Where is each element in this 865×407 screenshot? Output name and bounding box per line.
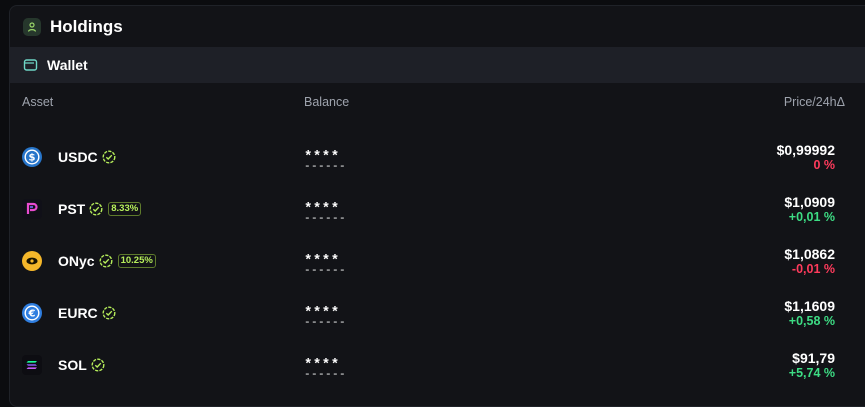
svg-text:€: € (28, 309, 36, 320)
asset-symbol: EURC (58, 305, 116, 321)
asset-symbol-text: PST (58, 201, 86, 217)
verified-check-icon (99, 254, 113, 268)
price-value: $1,0909 (784, 194, 835, 210)
column-header-asset: Asset (22, 95, 54, 109)
price-change: 0 % (813, 158, 835, 172)
asset-row-pst[interactable]: PST 8.33% **** ------ $1,0909 +0,01 % (0, 183, 856, 235)
column-header-price: Price/24hΔ (783, 95, 845, 109)
svg-text:$: $ (29, 153, 36, 164)
balance-cell: **** ------ (304, 202, 346, 225)
verified-check-icon (89, 202, 103, 216)
asset-symbol: PST 8.33% (58, 201, 142, 217)
asset-symbol-text: SOL (58, 357, 87, 373)
verified-check-icon (102, 150, 116, 164)
balance-cell: **** ------ (304, 254, 346, 277)
asset-symbol-text: ONyc (58, 253, 95, 269)
asset-symbol: SOL (58, 357, 105, 373)
price-change: +5,74 % (788, 366, 835, 380)
price-change: +0,58 % (788, 314, 835, 328)
price-value: $91,79 (792, 350, 835, 366)
price-value: $1,1609 (784, 298, 835, 314)
asset-symbol-text: EURC (58, 305, 98, 321)
balance-underline: ------ (304, 161, 347, 173)
yield-badge: 8.33% (108, 202, 142, 216)
price-cell: $1,1609 +0,58 % (784, 298, 835, 329)
eurc-icon: € (22, 303, 42, 323)
asset-symbol-text: USDC (58, 149, 98, 165)
yield-badge: 10.25% (117, 254, 156, 268)
price-change: +0,01 % (788, 210, 835, 224)
verified-check-icon (102, 306, 116, 320)
wallet-title: Wallet (47, 57, 88, 73)
balance-cell: **** ------ (304, 358, 346, 381)
wallet-icon (23, 58, 38, 72)
usdc-icon: $ (22, 147, 42, 167)
price-value: $1,0862 (784, 246, 835, 262)
user-icon (23, 17, 41, 36)
asset-row-eurc[interactable]: € EURC **** ------ $1,1609 +0,58 % (0, 287, 856, 339)
asset-symbol: USDC (58, 149, 116, 165)
price-cell: $0,99992 0 % (776, 142, 835, 173)
page-title: Holdings (50, 16, 123, 36)
balance-underline: ------ (304, 317, 347, 329)
asset-row-sol[interactable]: SOL **** ------ $91,79 +5,74 % (0, 339, 856, 391)
column-header-balance: Balance (304, 95, 350, 109)
balance-cell: **** ------ (304, 306, 346, 329)
holdings-header: Holdings (10, 6, 865, 47)
balance-cell: **** ------ (304, 150, 346, 173)
price-cell: $1,0909 +0,01 % (784, 194, 835, 225)
balance-underline: ------ (304, 213, 347, 225)
sol-icon (22, 355, 42, 375)
asset-symbol: ONyc 10.25% (58, 253, 156, 269)
pst-icon (22, 199, 42, 219)
balance-underline: ------ (304, 369, 347, 381)
asset-row-onyc[interactable]: ONyc 10.25% **** ------ $1,0862 -0,01 % (0, 235, 856, 287)
verified-check-icon (91, 358, 105, 372)
asset-row-usdc[interactable]: $ USDC **** ------ $0,99992 0 % (0, 131, 856, 183)
price-change: -0,01 % (791, 262, 835, 276)
onyc-icon (22, 251, 42, 271)
balance-underline: ------ (304, 265, 347, 277)
price-cell: $91,79 +5,74 % (788, 350, 835, 381)
wallet-section-bar[interactable]: Wallet (10, 47, 865, 83)
price-value: $0,99992 (776, 142, 835, 158)
price-cell: $1,0862 -0,01 % (784, 246, 835, 277)
